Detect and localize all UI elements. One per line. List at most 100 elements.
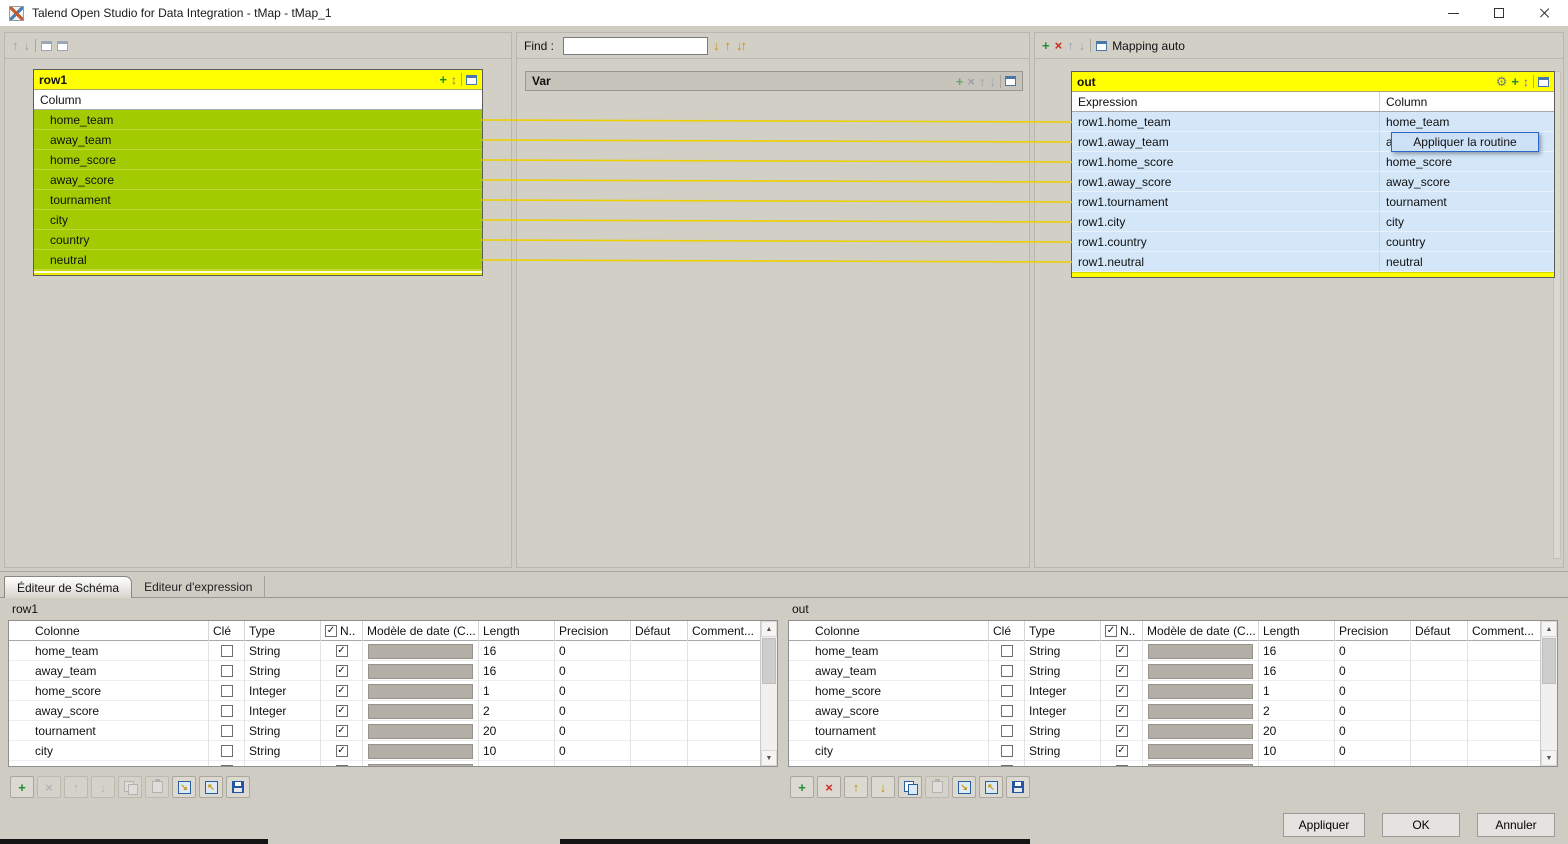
schema-comment-cell[interactable] — [1468, 741, 1542, 761]
cancel-button[interactable]: Annuler — [1477, 813, 1555, 837]
schema-length-cell[interactable]: 2 — [479, 701, 555, 721]
nullable-checkbox[interactable]: ✓ — [1115, 765, 1128, 766]
schema-colonne-cell[interactable]: home_score — [9, 681, 209, 701]
schema-length-cell[interactable]: 16 — [1259, 661, 1335, 681]
key-checkbox[interactable] — [220, 745, 233, 757]
input-column-row[interactable]: tournament — [34, 190, 482, 210]
schema-colonne-cell[interactable]: tournament — [9, 721, 209, 741]
add-output-icon[interactable]: + — [1042, 39, 1050, 52]
schema-default-cell[interactable] — [1411, 661, 1468, 681]
schema-colonne-cell[interactable]: city — [9, 741, 209, 761]
paste-button[interactable] — [925, 776, 949, 798]
nullable-checkbox[interactable]: ✓ — [335, 765, 348, 766]
add-column-icon[interactable]: + — [1511, 75, 1519, 88]
schema-key-cell[interactable] — [209, 661, 245, 681]
schema-length-cell[interactable]: 16 — [479, 641, 555, 661]
add-column-icon[interactable]: + — [439, 73, 447, 86]
copy-button[interactable] — [118, 776, 142, 798]
schema-default-cell[interactable] — [1411, 721, 1468, 741]
input-column-row[interactable]: away_score — [34, 170, 482, 190]
detach-var-icon[interactable] — [1005, 76, 1016, 86]
out-expression-cell[interactable]: row1.home_score — [1072, 152, 1380, 171]
schema-default-cell[interactable] — [631, 701, 688, 721]
schema-type-cell[interactable] — [1025, 761, 1101, 766]
minimize-view-icon[interactable] — [41, 40, 52, 51]
out-column-cell[interactable]: away_score — [1380, 172, 1554, 191]
detach-table-icon[interactable] — [1538, 76, 1549, 87]
out-expression-cell[interactable]: row1.tournament — [1072, 192, 1380, 211]
nullable-checkbox[interactable]: ✓ — [335, 745, 348, 757]
out-mapping-row[interactable]: row1.country country — [1072, 232, 1554, 252]
schema-comment-cell[interactable] — [688, 681, 762, 701]
schema-length-cell[interactable]: 2 — [1259, 701, 1335, 721]
out-column-cell[interactable]: tournament — [1380, 192, 1554, 211]
add-row-button[interactable]: + — [790, 776, 814, 798]
schema-length-cell[interactable] — [479, 761, 555, 766]
schema-default-cell[interactable] — [1411, 761, 1468, 766]
sort-columns-icon[interactable]: ↕ — [451, 74, 457, 86]
schema-nullable-cell[interactable]: ✓ — [321, 761, 363, 766]
schema-type-cell[interactable]: Integer — [1025, 681, 1101, 701]
move-down-icon[interactable]: ↓ — [24, 39, 31, 52]
schema-precision-cell[interactable] — [1335, 761, 1411, 766]
key-checkbox[interactable] — [220, 665, 233, 677]
out-expression-cell[interactable]: row1.away_team — [1072, 132, 1380, 151]
move-row-up-button[interactable]: ↑ — [64, 776, 88, 798]
schema-length-cell[interactable]: 1 — [1259, 681, 1335, 701]
out-mapping-row[interactable]: row1.away_score away_score — [1072, 172, 1554, 192]
schema-nullable-cell[interactable]: ✓ — [1101, 661, 1143, 681]
schema-key-cell[interactable] — [989, 681, 1025, 701]
key-checkbox[interactable] — [220, 765, 233, 766]
scroll-up-icon[interactable]: ▲ — [761, 621, 777, 637]
schema-row[interactable]: tournament String ✓ 20 0 — [789, 721, 1557, 741]
schema-colonne-cell[interactable]: home_team — [789, 641, 989, 661]
tab-expression-editor[interactable]: Editeur d'expression — [132, 576, 266, 598]
detach-view-icon[interactable] — [1096, 40, 1108, 51]
schema-precision-cell[interactable]: 0 — [1335, 701, 1411, 721]
nullable-checkbox[interactable]: ✓ — [335, 705, 348, 717]
nullable-checkbox[interactable]: ✓ — [1115, 685, 1128, 697]
schema-colonne-cell[interactable]: home_team — [9, 641, 209, 661]
import-schema-button[interactable]: ↘ — [172, 776, 196, 798]
schema-colonne-cell[interactable]: home_score — [789, 681, 989, 701]
schema-nullable-cell[interactable]: ✓ — [321, 641, 363, 661]
out-column-cell[interactable]: home_score — [1380, 152, 1554, 171]
out-mapping-row[interactable]: row1.neutral neutral — [1072, 252, 1554, 272]
schema-colonne-cell[interactable]: away_score — [789, 701, 989, 721]
schema-precision-cell[interactable]: 0 — [1335, 641, 1411, 661]
schema-type-cell[interactable]: String — [245, 741, 321, 761]
schema-row[interactable]: ✓ — [9, 761, 777, 766]
key-checkbox[interactable] — [220, 645, 233, 657]
schema-key-cell[interactable] — [209, 641, 245, 661]
key-checkbox[interactable] — [1000, 765, 1013, 766]
schema-row[interactable]: city String ✓ 10 0 — [789, 741, 1557, 761]
schema-nullable-cell[interactable]: ✓ — [1101, 741, 1143, 761]
schema-type-cell[interactable] — [245, 761, 321, 766]
input-column-row[interactable]: home_score — [34, 150, 482, 170]
schema-key-cell[interactable] — [209, 741, 245, 761]
nullable-checkbox[interactable]: ✓ — [335, 685, 348, 697]
schema-colonne-cell[interactable]: away_team — [9, 661, 209, 681]
remove-row-button[interactable]: × — [817, 776, 841, 798]
schema-type-cell[interactable]: Integer — [245, 701, 321, 721]
schema-length-cell[interactable]: 16 — [1259, 641, 1335, 661]
schema-key-cell[interactable] — [989, 701, 1025, 721]
move-row-down-button[interactable]: ↓ — [91, 776, 115, 798]
schema-nullable-cell[interactable]: ✓ — [1101, 701, 1143, 721]
schema-comment-cell[interactable] — [688, 701, 762, 721]
schema-row[interactable]: city String ✓ 10 0 — [9, 741, 777, 761]
highlight-matches-icon[interactable]: ↓↑ — [736, 39, 747, 52]
key-checkbox[interactable] — [1000, 665, 1013, 677]
import-schema-button[interactable]: ↘ — [952, 776, 976, 798]
paste-button[interactable] — [145, 776, 169, 798]
out-column-cell[interactable]: neutral — [1380, 252, 1554, 271]
ok-button[interactable]: OK — [1382, 813, 1460, 837]
schema-type-cell[interactable]: String — [1025, 721, 1101, 741]
nullable-checkbox[interactable]: ✓ — [1115, 745, 1128, 757]
schema-row[interactable]: away_score Integer ✓ 2 0 — [789, 701, 1557, 721]
schema-row[interactable]: home_team String ✓ 16 0 — [789, 641, 1557, 661]
nullable-checkbox[interactable]: ✓ — [1115, 705, 1128, 717]
schema-row[interactable]: tournament String ✓ 20 0 — [9, 721, 777, 741]
schema-row[interactable]: away_team String ✓ 16 0 — [9, 661, 777, 681]
schema-comment-cell[interactable] — [1468, 761, 1542, 766]
